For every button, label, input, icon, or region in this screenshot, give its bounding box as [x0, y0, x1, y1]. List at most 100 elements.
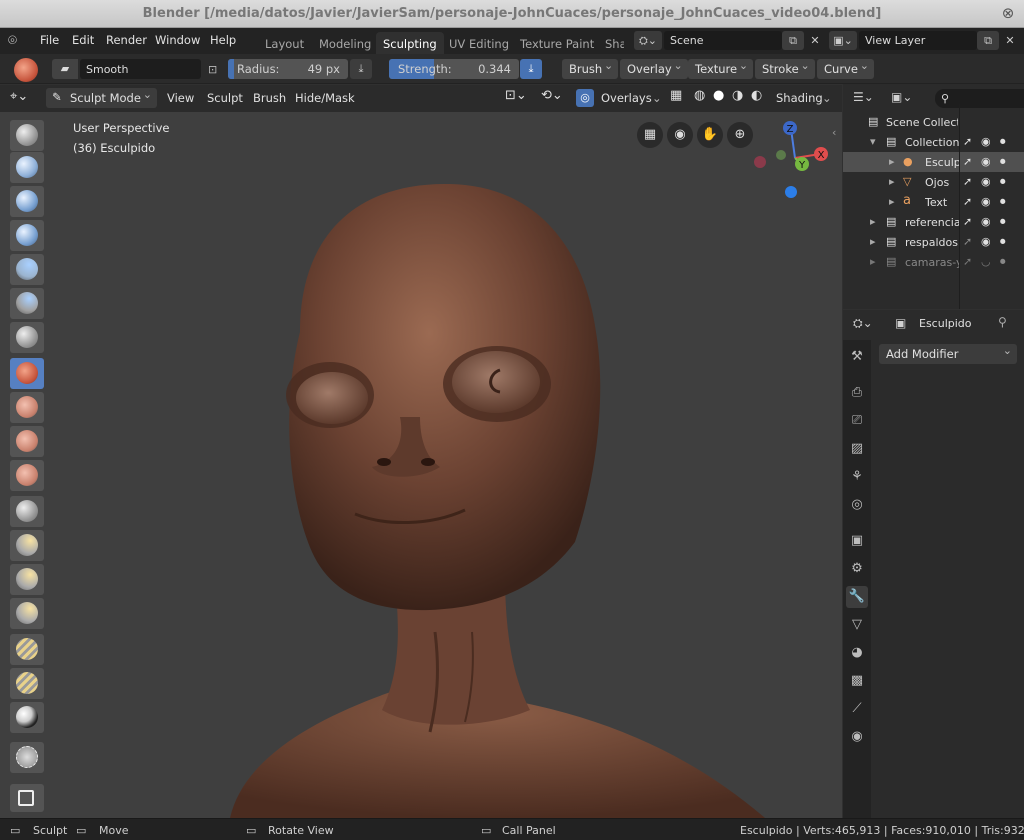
- outliner-row-esculpido[interactable]: ▸ ● Esculp ➚ ◉ ⏺: [843, 152, 1024, 172]
- active-brush-icon[interactable]: [14, 58, 38, 82]
- select-toggle-icon[interactable]: ➚: [963, 135, 972, 148]
- select-toggle-icon[interactable]: ➚: [963, 155, 972, 168]
- render-camera-icon[interactable]: ⏺: [1000, 155, 1006, 169]
- snake-hook-tool[interactable]: [10, 598, 44, 629]
- annotate-tool[interactable]: [10, 784, 44, 812]
- camera-view-icon[interactable]: ◉: [667, 122, 693, 148]
- sidebar-toggle-icon[interactable]: ‹: [832, 126, 836, 139]
- expand-arrow-icon[interactable]: ▸: [889, 155, 895, 168]
- outliner-row-collection[interactable]: ▾ ▤ Collection ➚ ◉ ⏺: [843, 132, 1024, 152]
- new-view-layer-icon[interactable]: ⧉: [977, 31, 999, 50]
- view-layer-selector-icon[interactable]: ▣⌄: [829, 31, 857, 50]
- render-camera-icon[interactable]: ⏺: [1000, 235, 1006, 249]
- draw-brush-tool[interactable]: [10, 120, 44, 151]
- menu-brush[interactable]: Brush: [253, 91, 286, 105]
- menu-edit[interactable]: Edit: [72, 33, 94, 47]
- tab-uv-editing[interactable]: UV Editing: [442, 32, 516, 54]
- scene-tab-icon[interactable]: ⚘: [846, 466, 868, 488]
- rendered-shading-icon[interactable]: ◐: [751, 88, 762, 103]
- display-mode-icon[interactable]: ▣⌄: [891, 90, 912, 104]
- gizmo-neg-x-handle[interactable]: [754, 156, 766, 168]
- object-type-visibility-icon[interactable]: ⊡⌄: [505, 88, 527, 103]
- physics-tab-icon[interactable]: ◉: [846, 726, 868, 748]
- shading-menu[interactable]: Shading: [776, 91, 823, 105]
- visibility-eye-icon[interactable]: ◉: [981, 215, 991, 228]
- overlay-menu[interactable]: Overlay: [620, 59, 688, 79]
- crease-tool[interactable]: [10, 392, 44, 423]
- simplify-tool[interactable]: [10, 742, 44, 773]
- scene-name-field[interactable]: Scene: [664, 31, 782, 50]
- gizmo-neg-y-handle[interactable]: [776, 150, 786, 160]
- close-icon[interactable]: ⊗: [1000, 5, 1016, 21]
- select-toggle-icon[interactable]: ➚: [963, 175, 972, 188]
- scrape-tool[interactable]: [10, 496, 44, 527]
- output-tab-icon[interactable]: ⎚: [846, 410, 868, 432]
- pin-icon[interactable]: ⚲: [998, 315, 1007, 329]
- overlays-dropdown-icon[interactable]: ⌄: [652, 91, 662, 105]
- clay-tool[interactable]: [10, 186, 44, 217]
- tool-tab-icon[interactable]: ⚒: [846, 346, 868, 368]
- radius-pressure-icon[interactable]: ⤓: [350, 59, 372, 79]
- expand-arrow-icon[interactable]: ▸: [870, 255, 876, 268]
- delete-view-layer-icon[interactable]: ✕: [999, 31, 1021, 50]
- rotate-tool[interactable]: [10, 668, 44, 699]
- tab-shading[interactable]: Sha: [598, 32, 624, 54]
- delete-scene-icon[interactable]: ✕: [804, 31, 826, 50]
- curve-menu[interactable]: Curve: [817, 59, 874, 79]
- menu-help[interactable]: Help: [210, 33, 236, 47]
- new-scene-icon[interactable]: ⧉: [782, 31, 804, 50]
- overlays-menu[interactable]: Overlays: [601, 91, 652, 105]
- tab-texture-paint[interactable]: Texture Paint: [513, 32, 601, 54]
- render-camera-icon[interactable]: ⏺: [1000, 215, 1006, 229]
- menu-sculpt[interactable]: Sculpt: [207, 91, 243, 105]
- tab-layout[interactable]: Layout: [258, 32, 311, 54]
- outliner-editor-type-icon[interactable]: ☰⌄: [853, 90, 874, 104]
- outliner-row-camaras[interactable]: ▸ ▤ camaras-y ➚ ◡ ⏺: [843, 252, 1024, 272]
- flatten-tool[interactable]: [10, 426, 44, 457]
- world-tab-icon[interactable]: ◎: [846, 494, 868, 516]
- visibility-eye-icon[interactable]: ◉: [981, 175, 991, 188]
- pinch-tool[interactable]: [10, 530, 44, 561]
- tab-modeling[interactable]: Modeling: [312, 32, 378, 54]
- overlays-toggle-icon[interactable]: ◎: [576, 89, 594, 107]
- properties-editor-type-icon[interactable]: ⛭⌄: [853, 316, 873, 331]
- strength-slider[interactable]: Strength: 0.344: [389, 59, 519, 79]
- visibility-eye-icon[interactable]: ◉: [981, 235, 991, 248]
- render-camera-icon[interactable]: ⏺: [1000, 175, 1006, 189]
- outliner-row-referencia[interactable]: ▸ ▤ referencia ➚ ◉ ⏺: [843, 212, 1024, 232]
- mask-tool[interactable]: [10, 702, 44, 733]
- thumb-tool[interactable]: [10, 634, 44, 665]
- outliner-search-input[interactable]: ⚲: [935, 89, 1024, 108]
- outliner-row-text[interactable]: ▸ a Text ➚ ◉ ⏺: [843, 192, 1024, 212]
- constraints-tab-icon[interactable]: ⚙: [846, 558, 868, 580]
- render-camera-icon[interactable]: ⏺: [1000, 135, 1006, 149]
- material-tab-icon[interactable]: ◕: [846, 642, 868, 664]
- visibility-eye-icon[interactable]: ◉: [981, 155, 991, 168]
- menu-hide-mask[interactable]: Hide/Mask: [295, 91, 355, 105]
- expand-arrow-icon[interactable]: ▸: [870, 215, 876, 228]
- outliner-row-respaldos[interactable]: ▸ ▤ respaldos ➚ ◉ ⏺: [843, 232, 1024, 252]
- view-layer-field[interactable]: View Layer: [859, 31, 977, 50]
- add-modifier-dropdown[interactable]: Add Modifier: [879, 344, 1017, 364]
- select-disabled-icon[interactable]: ➚: [963, 255, 972, 268]
- tab-sculpting[interactable]: Sculpting: [376, 32, 444, 54]
- hidden-eye-icon[interactable]: ◡: [981, 255, 991, 268]
- render-camera-icon[interactable]: ⏺: [1000, 255, 1006, 269]
- expand-arrow-icon[interactable]: ▸: [870, 235, 876, 248]
- radius-slider[interactable]: Radius: 49 px: [228, 59, 348, 79]
- menu-window[interactable]: Window: [155, 33, 200, 47]
- sculpt-model[interactable]: [0, 112, 842, 818]
- radius-unit-lock-icon[interactable]: ⊡: [208, 63, 217, 76]
- blender-logo-icon[interactable]: ⌾: [8, 31, 17, 49]
- render-tab-icon[interactable]: ⎙: [846, 382, 868, 404]
- xray-toggle-icon[interactable]: ▦: [670, 88, 682, 103]
- menu-file[interactable]: File: [40, 33, 59, 47]
- menu-view[interactable]: View: [167, 91, 194, 105]
- inflate-tool[interactable]: [10, 288, 44, 319]
- material-shading-icon[interactable]: ◑: [732, 88, 743, 103]
- visibility-eye-icon[interactable]: ◉: [981, 195, 991, 208]
- shading-dropdown-icon[interactable]: ⌄: [822, 91, 832, 105]
- fill-tool[interactable]: [10, 460, 44, 491]
- object-tab-icon[interactable]: ▣: [846, 530, 868, 552]
- 3d-viewport[interactable]: User Perspective (36) Esculpido ▦ ◉ ✋ ⊕ …: [0, 112, 842, 818]
